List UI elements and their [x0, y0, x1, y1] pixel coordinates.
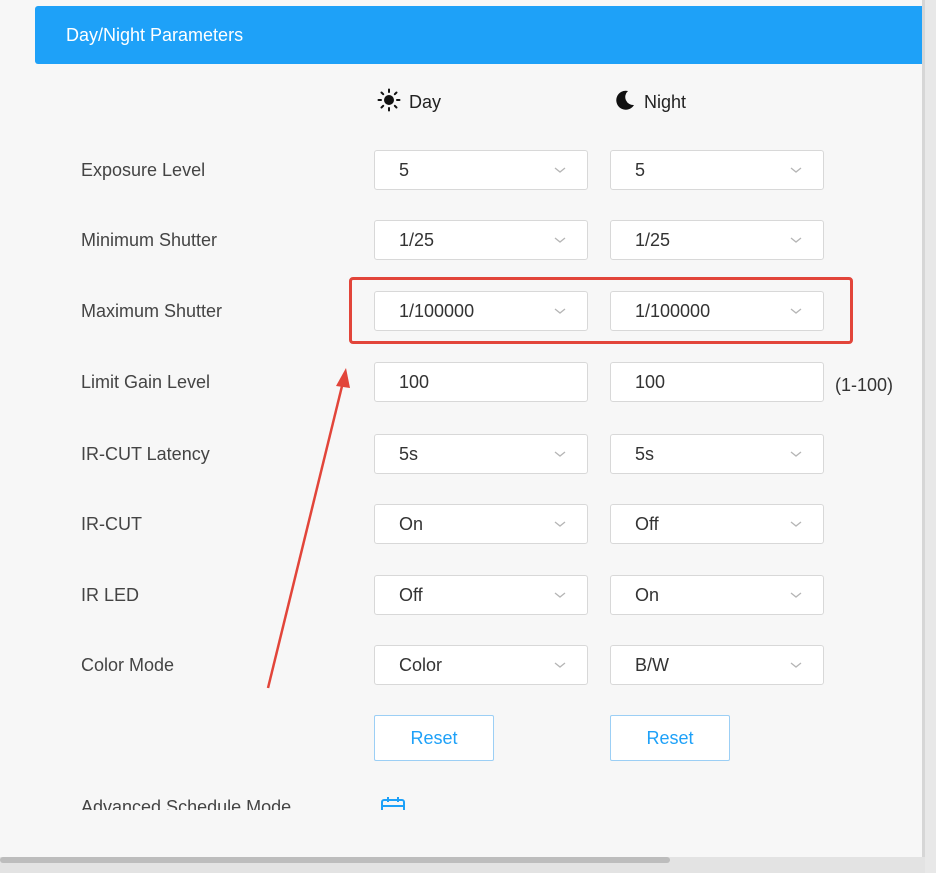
- exposure-level-day-select[interactable]: 5: [374, 150, 588, 190]
- maximum-shutter-label: Maximum Shutter: [81, 301, 223, 321]
- exposure-level-night-select[interactable]: 5: [610, 150, 824, 190]
- ir-led-day-value: Off: [399, 585, 423, 605]
- color-mode-label: Color Mode: [81, 655, 175, 675]
- color-mode-night-select[interactable]: B/W: [610, 645, 824, 685]
- exposure-level-night-value: 5: [635, 160, 646, 180]
- day-night-panel: Day/Night Parameters Day Night Exposure …: [0, 0, 922, 857]
- night-column-header: Night: [614, 88, 686, 116]
- minimum-shutter-night-select[interactable]: 1/25: [610, 220, 824, 260]
- ir-cut-latency-day-select[interactable]: 5s: [374, 434, 588, 474]
- ir-led-day-select[interactable]: Off: [374, 575, 588, 615]
- day-column-label: Day: [409, 91, 442, 112]
- color-mode-night-value: B/W: [635, 655, 669, 675]
- maximum-shutter-highlight-box: [349, 277, 853, 344]
- chevron-down-icon: [789, 163, 803, 177]
- chevron-down-icon: [553, 163, 567, 177]
- ir-cut-latency-night-select[interactable]: 5s: [610, 434, 824, 474]
- moon-icon: [614, 89, 636, 116]
- exposure-level-day-value: 5: [399, 160, 410, 180]
- chevron-down-icon: [553, 447, 567, 461]
- day-reset-button[interactable]: Reset: [374, 715, 494, 761]
- ir-led-label: IR LED: [81, 585, 140, 605]
- right-gutter: [925, 0, 936, 873]
- ir-led-night-select[interactable]: On: [610, 575, 824, 615]
- chevron-down-icon: [553, 233, 567, 247]
- ir-led-night-value: On: [635, 585, 660, 605]
- minimum-shutter-day-select[interactable]: 1/25: [374, 220, 588, 260]
- panel-title: Day/Night Parameters: [66, 25, 244, 45]
- limit-gain-level-label: Limit Gain Level: [81, 372, 211, 392]
- ir-cut-latency-night-value: 5s: [635, 444, 655, 464]
- minimum-shutter-day-value: 1/25: [399, 230, 435, 250]
- chevron-down-icon: [789, 447, 803, 461]
- advanced-schedule-mode-label: Advanced Schedule Mode: [81, 797, 292, 810]
- minimum-shutter-night-value: 1/25: [635, 230, 671, 250]
- gain-range-hint: (1-100): [835, 375, 894, 395]
- horizontal-scrollbar-thumb[interactable]: [0, 857, 670, 863]
- chevron-down-icon: [553, 658, 567, 672]
- chevron-down-icon: [789, 658, 803, 672]
- limit-gain-level-day-input[interactable]: 100: [374, 362, 588, 402]
- exposure-level-label: Exposure Level: [81, 160, 206, 180]
- ir-cut-label: IR-CUT: [81, 514, 142, 534]
- night-reset-button[interactable]: Reset: [610, 715, 730, 761]
- ir-cut-night-select[interactable]: Off: [610, 504, 824, 544]
- limit-gain-level-night-input[interactable]: 100: [610, 362, 824, 402]
- panel-header: Day/Night Parameters: [35, 6, 922, 64]
- minimum-shutter-label: Minimum Shutter: [81, 230, 218, 250]
- horizontal-scrollbar[interactable]: [0, 857, 925, 873]
- ir-cut-latency-day-value: 5s: [399, 444, 419, 464]
- ir-cut-day-value: On: [399, 514, 424, 534]
- chevron-down-icon: [789, 517, 803, 531]
- ir-cut-night-value: Off: [635, 514, 659, 534]
- color-mode-day-value: Color: [399, 655, 443, 675]
- ir-cut-day-select[interactable]: On: [374, 504, 588, 544]
- color-mode-day-select[interactable]: Color: [374, 645, 588, 685]
- limit-gain-level-day-value: 100: [399, 372, 430, 392]
- chevron-down-icon: [553, 517, 567, 531]
- calendar-icon[interactable]: [380, 796, 406, 810]
- sun-icon: [377, 88, 401, 117]
- day-column-header: Day: [377, 88, 441, 116]
- chevron-down-icon: [789, 588, 803, 602]
- chevron-down-icon: [553, 588, 567, 602]
- chevron-down-icon: [789, 233, 803, 247]
- night-column-label: Night: [644, 91, 687, 112]
- limit-gain-level-night-value: 100: [635, 372, 666, 392]
- ir-cut-latency-label: IR-CUT Latency: [81, 444, 210, 464]
